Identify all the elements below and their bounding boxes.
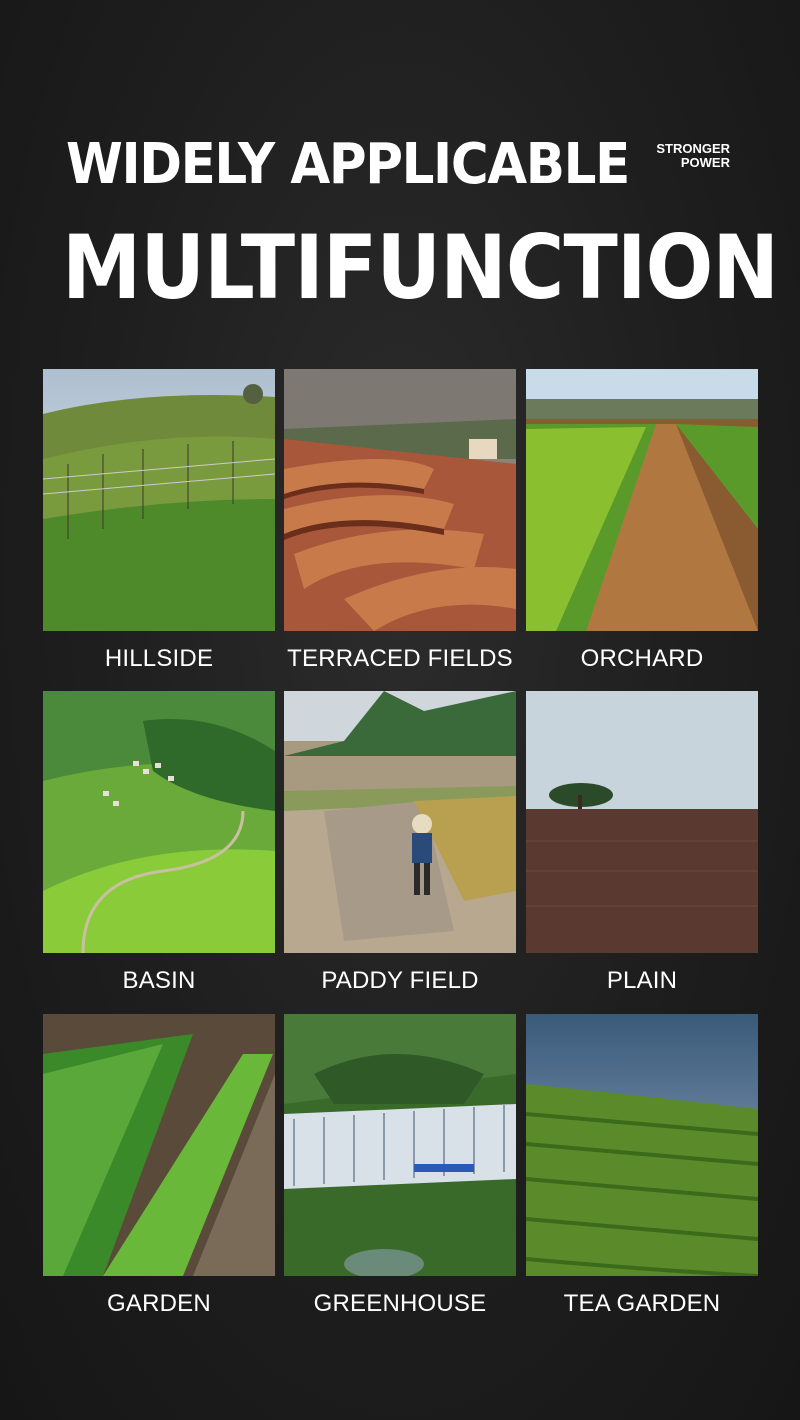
terraced-fields-photo <box>284 369 516 631</box>
basin-photo <box>43 691 275 953</box>
scene-card-hillside: HILLSIDE <box>43 369 275 672</box>
scene-label-hillside: HILLSIDE <box>104 645 214 672</box>
scene-label-plain: PLAIN <box>606 967 678 994</box>
headline-widely-applicable: WIDELY APPLICABLE <box>66 132 630 197</box>
scene-card-tea-garden: TEA GARDEN <box>526 1014 758 1317</box>
scene-card-paddy-field: PADDY FIELD <box>284 691 516 994</box>
tag-line-1: STRONGER <box>656 141 730 156</box>
paddy-field-photo <box>284 691 516 953</box>
scene-label-terraced-fields: TERRACED FIELDS <box>287 645 513 672</box>
scene-card-basin: BASIN <box>43 691 275 994</box>
tea-garden-photo <box>526 1014 758 1276</box>
scene-card-orchard: ORCHARD <box>526 369 758 672</box>
garden-photo <box>43 1014 275 1276</box>
hillside-photo <box>43 369 275 631</box>
stronger-power-tag: STRONGER POWER <box>656 142 730 170</box>
greenhouse-photo <box>284 1014 516 1276</box>
scene-label-garden: GARDEN <box>107 1290 211 1317</box>
scene-card-plain: PLAIN <box>526 691 758 994</box>
scene-label-paddy-field: PADDY FIELD <box>321 967 479 994</box>
tag-line-2: POWER <box>680 155 730 170</box>
scene-label-greenhouse: GREENHOUSE <box>313 1290 487 1317</box>
scene-card-garden: GARDEN <box>43 1014 275 1317</box>
plain-photo <box>526 691 758 953</box>
scene-label-tea-garden: TEA GARDEN <box>563 1290 721 1317</box>
scene-label-basin: BASIN <box>122 967 196 994</box>
orchard-photo <box>526 369 758 631</box>
headline-multifunction: MULTIFUNCTION <box>62 216 779 319</box>
scene-label-orchard: ORCHARD <box>580 645 704 672</box>
scene-card-greenhouse: GREENHOUSE <box>284 1014 516 1317</box>
scene-card-terraced-fields: TERRACED FIELDS <box>284 369 516 672</box>
